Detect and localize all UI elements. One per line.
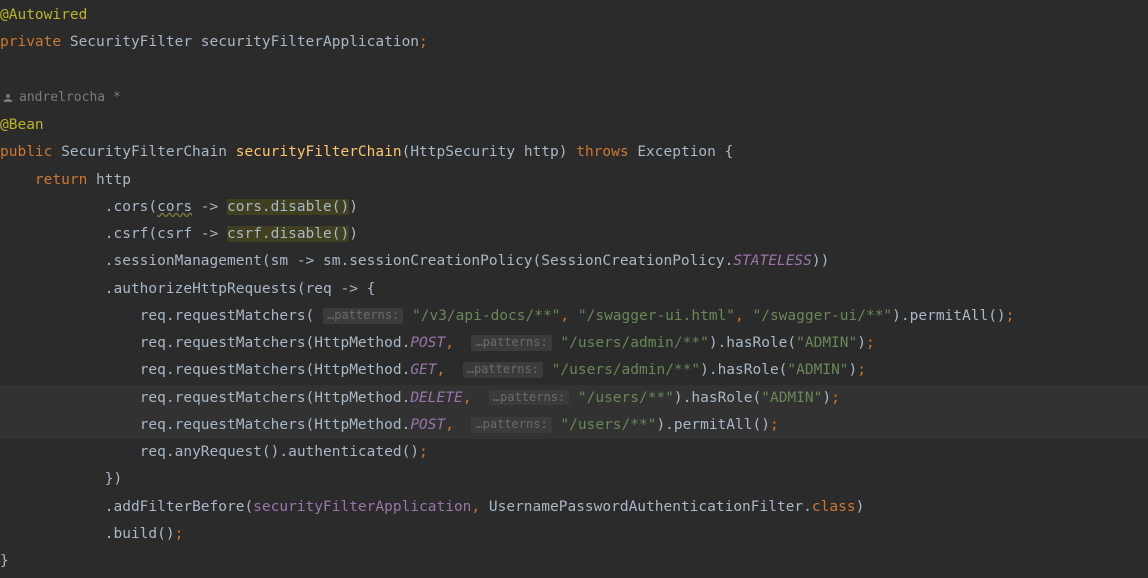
field-name: securityFilterApplication — [201, 34, 419, 50]
inlay-hint[interactable]: …patterns: — [489, 390, 569, 406]
string-literal: "/users/**" — [560, 417, 656, 433]
code-line: .authorizeHttpRequests(req -> { — [0, 276, 1148, 303]
enum-const: DELETE — [410, 390, 462, 406]
keyword-private: private — [0, 34, 70, 50]
type-name: SecurityFilter — [70, 34, 201, 50]
code-editor[interactable]: @Autowired private SecurityFilter securi… — [0, 2, 1148, 575]
inlay-hint[interactable]: …patterns: — [471, 335, 551, 351]
code-line: return http — [0, 167, 1148, 194]
code-line: req.requestMatchers( …patterns: "/v3/api… — [0, 303, 1148, 330]
param-type: HttpSecurity — [410, 144, 524, 160]
keyword-public: public — [0, 144, 61, 160]
code-line: @Autowired — [0, 2, 1148, 29]
code-line: } — [0, 548, 1148, 575]
string-literal: "/users/admin/**" — [560, 335, 708, 351]
param-name: http — [524, 144, 559, 160]
semicolon: ; — [419, 34, 428, 50]
squiggle-warning: cors — [157, 199, 192, 215]
code-line: .csrf(csrf -> csrf.disable()) — [0, 221, 1148, 248]
method-name: securityFilterChain — [236, 144, 402, 160]
inlay-hint[interactable]: …patterns: — [323, 308, 403, 324]
string-literal: "/swagger-ui.html" — [578, 308, 735, 324]
code-line: public SecurityFilterChain securityFilte… — [0, 139, 1148, 166]
code-line-current: req.requestMatchers(HttpMethod.POST, …pa… — [0, 412, 1148, 439]
exception-type: Exception — [637, 144, 724, 160]
inlay-hint[interactable]: …patterns: — [463, 362, 543, 378]
string-literal: "ADMIN" — [787, 362, 848, 378]
code-line: .cors(cors -> cors.disable()) — [0, 194, 1148, 221]
string-literal: "/users/**" — [578, 390, 674, 406]
code-line: req.requestMatchers(HttpMethod.DELETE, …… — [0, 385, 1148, 412]
keyword-class: class — [812, 499, 856, 515]
code-line: req.requestMatchers(HttpMethod.GET, …pat… — [0, 357, 1148, 384]
author-annotation[interactable]: andrelrocha * — [0, 84, 1148, 112]
author-name: andrelrocha * — [19, 86, 121, 110]
code-line: @Bean — [0, 112, 1148, 139]
person-icon — [2, 92, 14, 104]
code-line: }) — [0, 466, 1148, 493]
inspection-highlight: csrf.disable() — [227, 226, 349, 242]
code-line: .build(); — [0, 521, 1148, 548]
code-line: .sessionManagement(sm -> sm.sessionCreat… — [0, 248, 1148, 275]
enum-const: POST — [410, 417, 445, 433]
keyword-return: return — [35, 172, 96, 188]
field-ref: securityFilterApplication — [253, 499, 471, 515]
string-literal: "/v3/api-docs/**" — [412, 308, 560, 324]
keyword-throws: throws — [576, 144, 637, 160]
annotation: @Autowired — [0, 7, 87, 23]
enum-const: STATELESS — [733, 253, 812, 269]
blank-line — [0, 57, 1148, 84]
string-literal: "/users/admin/**" — [552, 362, 700, 378]
code-line: req.anyRequest().authenticated(); — [0, 439, 1148, 466]
annotation: @Bean — [0, 117, 44, 133]
code-line: private SecurityFilter securityFilterApp… — [0, 29, 1148, 56]
return-type: SecurityFilterChain — [61, 144, 236, 160]
string-literal: "ADMIN" — [796, 335, 857, 351]
code-line: .addFilterBefore(securityFilterApplicati… — [0, 494, 1148, 521]
code-line: req.requestMatchers(HttpMethod.POST, …pa… — [0, 330, 1148, 357]
enum-const: POST — [410, 335, 445, 351]
inspection-highlight: cors.disable() — [227, 199, 349, 215]
string-literal: "/swagger-ui/**" — [752, 308, 892, 324]
string-literal: "ADMIN" — [761, 390, 822, 406]
inlay-hint[interactable]: …patterns: — [471, 417, 551, 433]
enum-const: GET — [410, 362, 436, 378]
